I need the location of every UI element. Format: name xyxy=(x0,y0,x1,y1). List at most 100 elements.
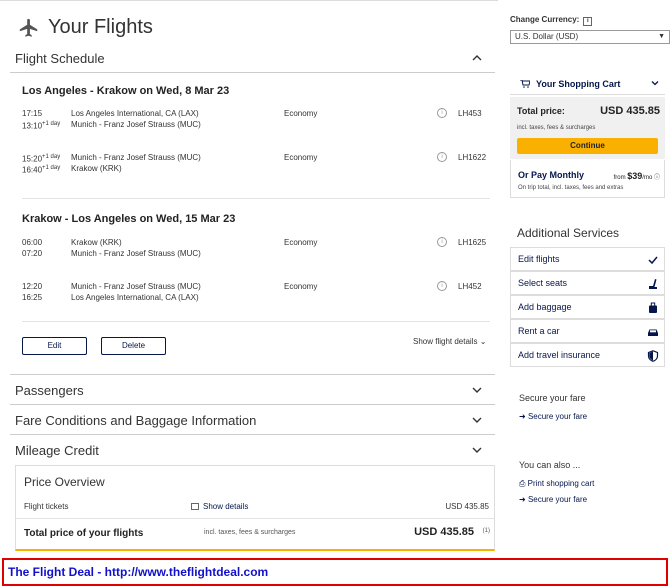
flight-leg: 17:15 Los Angeles International, CA (LAX… xyxy=(22,108,492,131)
currency-label: Change Currency: i xyxy=(510,15,593,26)
currency-value: U.S. Dollar (USD) xyxy=(515,32,579,41)
departure-airport: Munich - Franz Josef Strauss (MUC) xyxy=(71,282,201,291)
price-overview-title: Price Overview xyxy=(24,475,105,489)
flight-number[interactable]: LH1625 xyxy=(458,237,486,248)
fare-conditions-title: Fare Conditions and Baggage Information xyxy=(15,412,257,428)
divider xyxy=(22,321,490,322)
cabin-class: Economy xyxy=(284,238,318,247)
arrival-airport: Munich - Franz Josef Strauss (MUC) xyxy=(71,249,201,258)
service-label: Edit flights xyxy=(518,254,560,264)
show-flight-details-link[interactable]: Show flight details ⌄ xyxy=(413,337,486,346)
cart-summary: Total price: USD 435.85 incl. taxes, fee… xyxy=(510,97,665,159)
seat-icon xyxy=(649,279,657,289)
flight-tickets-label: Flight tickets xyxy=(24,502,69,511)
cart-icon xyxy=(520,80,530,88)
shield-icon xyxy=(647,350,659,362)
pay-monthly-label: Or Pay Monthly xyxy=(518,170,585,180)
cart-total-value: USD 435.85 xyxy=(600,105,660,117)
total-price-label: Total price of your flights xyxy=(24,528,144,539)
departure-airport: Los Angeles International, CA (LAX) xyxy=(71,109,199,118)
info-icon[interactable]: i xyxy=(437,108,447,118)
chevron-up-icon[interactable] xyxy=(470,51,484,65)
flight-leg: 15:20+1 day Munich - Franz Josef Strauss… xyxy=(22,152,492,175)
info-icon[interactable]: i xyxy=(583,17,593,26)
info-icon[interactable]: i xyxy=(437,281,447,291)
divider xyxy=(10,374,495,375)
service-label: Rent a car xyxy=(518,326,560,336)
service-edit-flights[interactable]: Edit flights xyxy=(510,247,665,271)
divider xyxy=(22,198,490,199)
main-content: Your Flights Flight Schedule Los Angeles… xyxy=(0,0,498,556)
divider xyxy=(10,72,495,73)
show-flight-details-label: Show flight details xyxy=(413,337,478,346)
baggage-icon xyxy=(649,302,657,313)
cabin-class: Economy xyxy=(284,109,318,118)
shopping-cart-header[interactable]: Your Shopping Cart xyxy=(510,73,665,95)
pay-monthly-value: from $39/mo ⓘ xyxy=(614,171,660,181)
secure-fare-link[interactable]: ➜ Secure your fare xyxy=(519,412,587,421)
passengers-header[interactable]: Passengers xyxy=(15,377,490,403)
flight-number[interactable]: LH452 xyxy=(458,281,482,292)
chevron-down-icon[interactable] xyxy=(650,78,660,88)
arrival-time: 13:10+1 day xyxy=(22,121,61,131)
secure-fare-title: Secure your fare xyxy=(519,393,586,403)
total-price-value: USD 435.85 xyxy=(414,526,474,538)
service-label: Select seats xyxy=(518,278,568,288)
window-icon xyxy=(191,503,199,511)
cart-total-label: Total price: xyxy=(517,106,565,116)
printer-icon: ⎙ xyxy=(519,479,526,488)
arrow-right-icon: ➜ xyxy=(519,495,526,504)
total-price-note: incl. taxes, fees & surcharges xyxy=(204,529,296,536)
service-travel-insurance[interactable]: Add travel insurance xyxy=(510,343,665,367)
chevron-down-icon: ⌄ xyxy=(479,337,487,346)
chevron-down-icon[interactable] xyxy=(470,413,484,427)
edit-button[interactable]: Edit xyxy=(22,337,87,355)
delete-button[interactable]: Delete xyxy=(101,337,166,355)
secure-fare-link-label: Secure your fare xyxy=(527,495,588,504)
pay-monthly-note: On trip total, incl. taxes, fees and ext… xyxy=(518,185,624,191)
arrival-airport: Munich - Franz Josef Strauss (MUC) xyxy=(71,120,201,129)
flight-number[interactable]: LH453 xyxy=(458,108,482,119)
info-icon[interactable]: ⓘ xyxy=(654,175,660,181)
flight-leg: 06:00 Krakow (KRK) Economy i LH1625 07:2… xyxy=(22,237,492,259)
show-details-label: Show details xyxy=(203,502,249,511)
day-offset: +1 day xyxy=(42,121,61,127)
service-select-seats[interactable]: Select seats xyxy=(510,271,665,295)
print-cart-link[interactable]: ⎙ Print shopping cart xyxy=(519,479,594,489)
secure-fare-link-label: Secure your fare xyxy=(527,412,588,421)
page-title-text: Your Flights xyxy=(48,16,153,38)
fare-conditions-header[interactable]: Fare Conditions and Baggage Information xyxy=(15,407,490,433)
service-add-baggage[interactable]: Add baggage xyxy=(510,295,665,319)
arrival-time: 16:40+1 day xyxy=(22,165,61,175)
arrival-airport: Krakow (KRK) xyxy=(71,164,122,173)
departure-airport: Krakow (KRK) xyxy=(71,238,122,247)
continue-button[interactable]: Continue xyxy=(517,138,658,154)
divider xyxy=(10,434,495,435)
flight-schedule-header[interactable]: Flight Schedule xyxy=(15,45,490,71)
service-rent-car[interactable]: Rent a car xyxy=(510,319,665,343)
show-details-link[interactable]: Show details xyxy=(191,502,248,511)
footnote-marker: (1) xyxy=(482,528,490,534)
service-label: Add baggage xyxy=(518,302,572,312)
chevron-down-icon[interactable] xyxy=(470,383,484,397)
secure-fare-link-2[interactable]: ➜ Secure your fare xyxy=(519,495,587,504)
info-icon[interactable]: i xyxy=(437,152,447,162)
mileage-credit-title: Mileage Credit xyxy=(15,442,99,458)
info-icon[interactable]: i xyxy=(437,237,447,247)
flight-number[interactable]: LH1622 xyxy=(458,152,486,163)
flight-leg: 12:20 Munich - Franz Josef Strauss (MUC)… xyxy=(22,281,492,303)
divider xyxy=(16,518,494,519)
chevron-down-icon[interactable] xyxy=(470,443,484,457)
price-overview: Price Overview Flight tickets Show detai… xyxy=(15,465,495,551)
departure-time: 06:00 xyxy=(22,238,43,247)
footer-banner: The Flight Deal - http://www.theflightde… xyxy=(2,558,668,586)
footer-text[interactable]: The Flight Deal - http://www.theflightde… xyxy=(8,565,268,579)
departure-time: 17:15 xyxy=(22,109,43,118)
cabin-class: Economy xyxy=(284,282,318,291)
mileage-credit-header[interactable]: Mileage Credit xyxy=(15,437,490,463)
pay-monthly-box[interactable]: Or Pay Monthly from $39/mo ⓘ On trip tot… xyxy=(510,160,665,198)
monthly-amount: $39 xyxy=(627,171,643,181)
check-icon xyxy=(648,256,658,265)
currency-select[interactable]: U.S. Dollar (USD) ▼ xyxy=(510,30,670,44)
flight-tickets-value: USD 435.85 xyxy=(445,502,489,511)
